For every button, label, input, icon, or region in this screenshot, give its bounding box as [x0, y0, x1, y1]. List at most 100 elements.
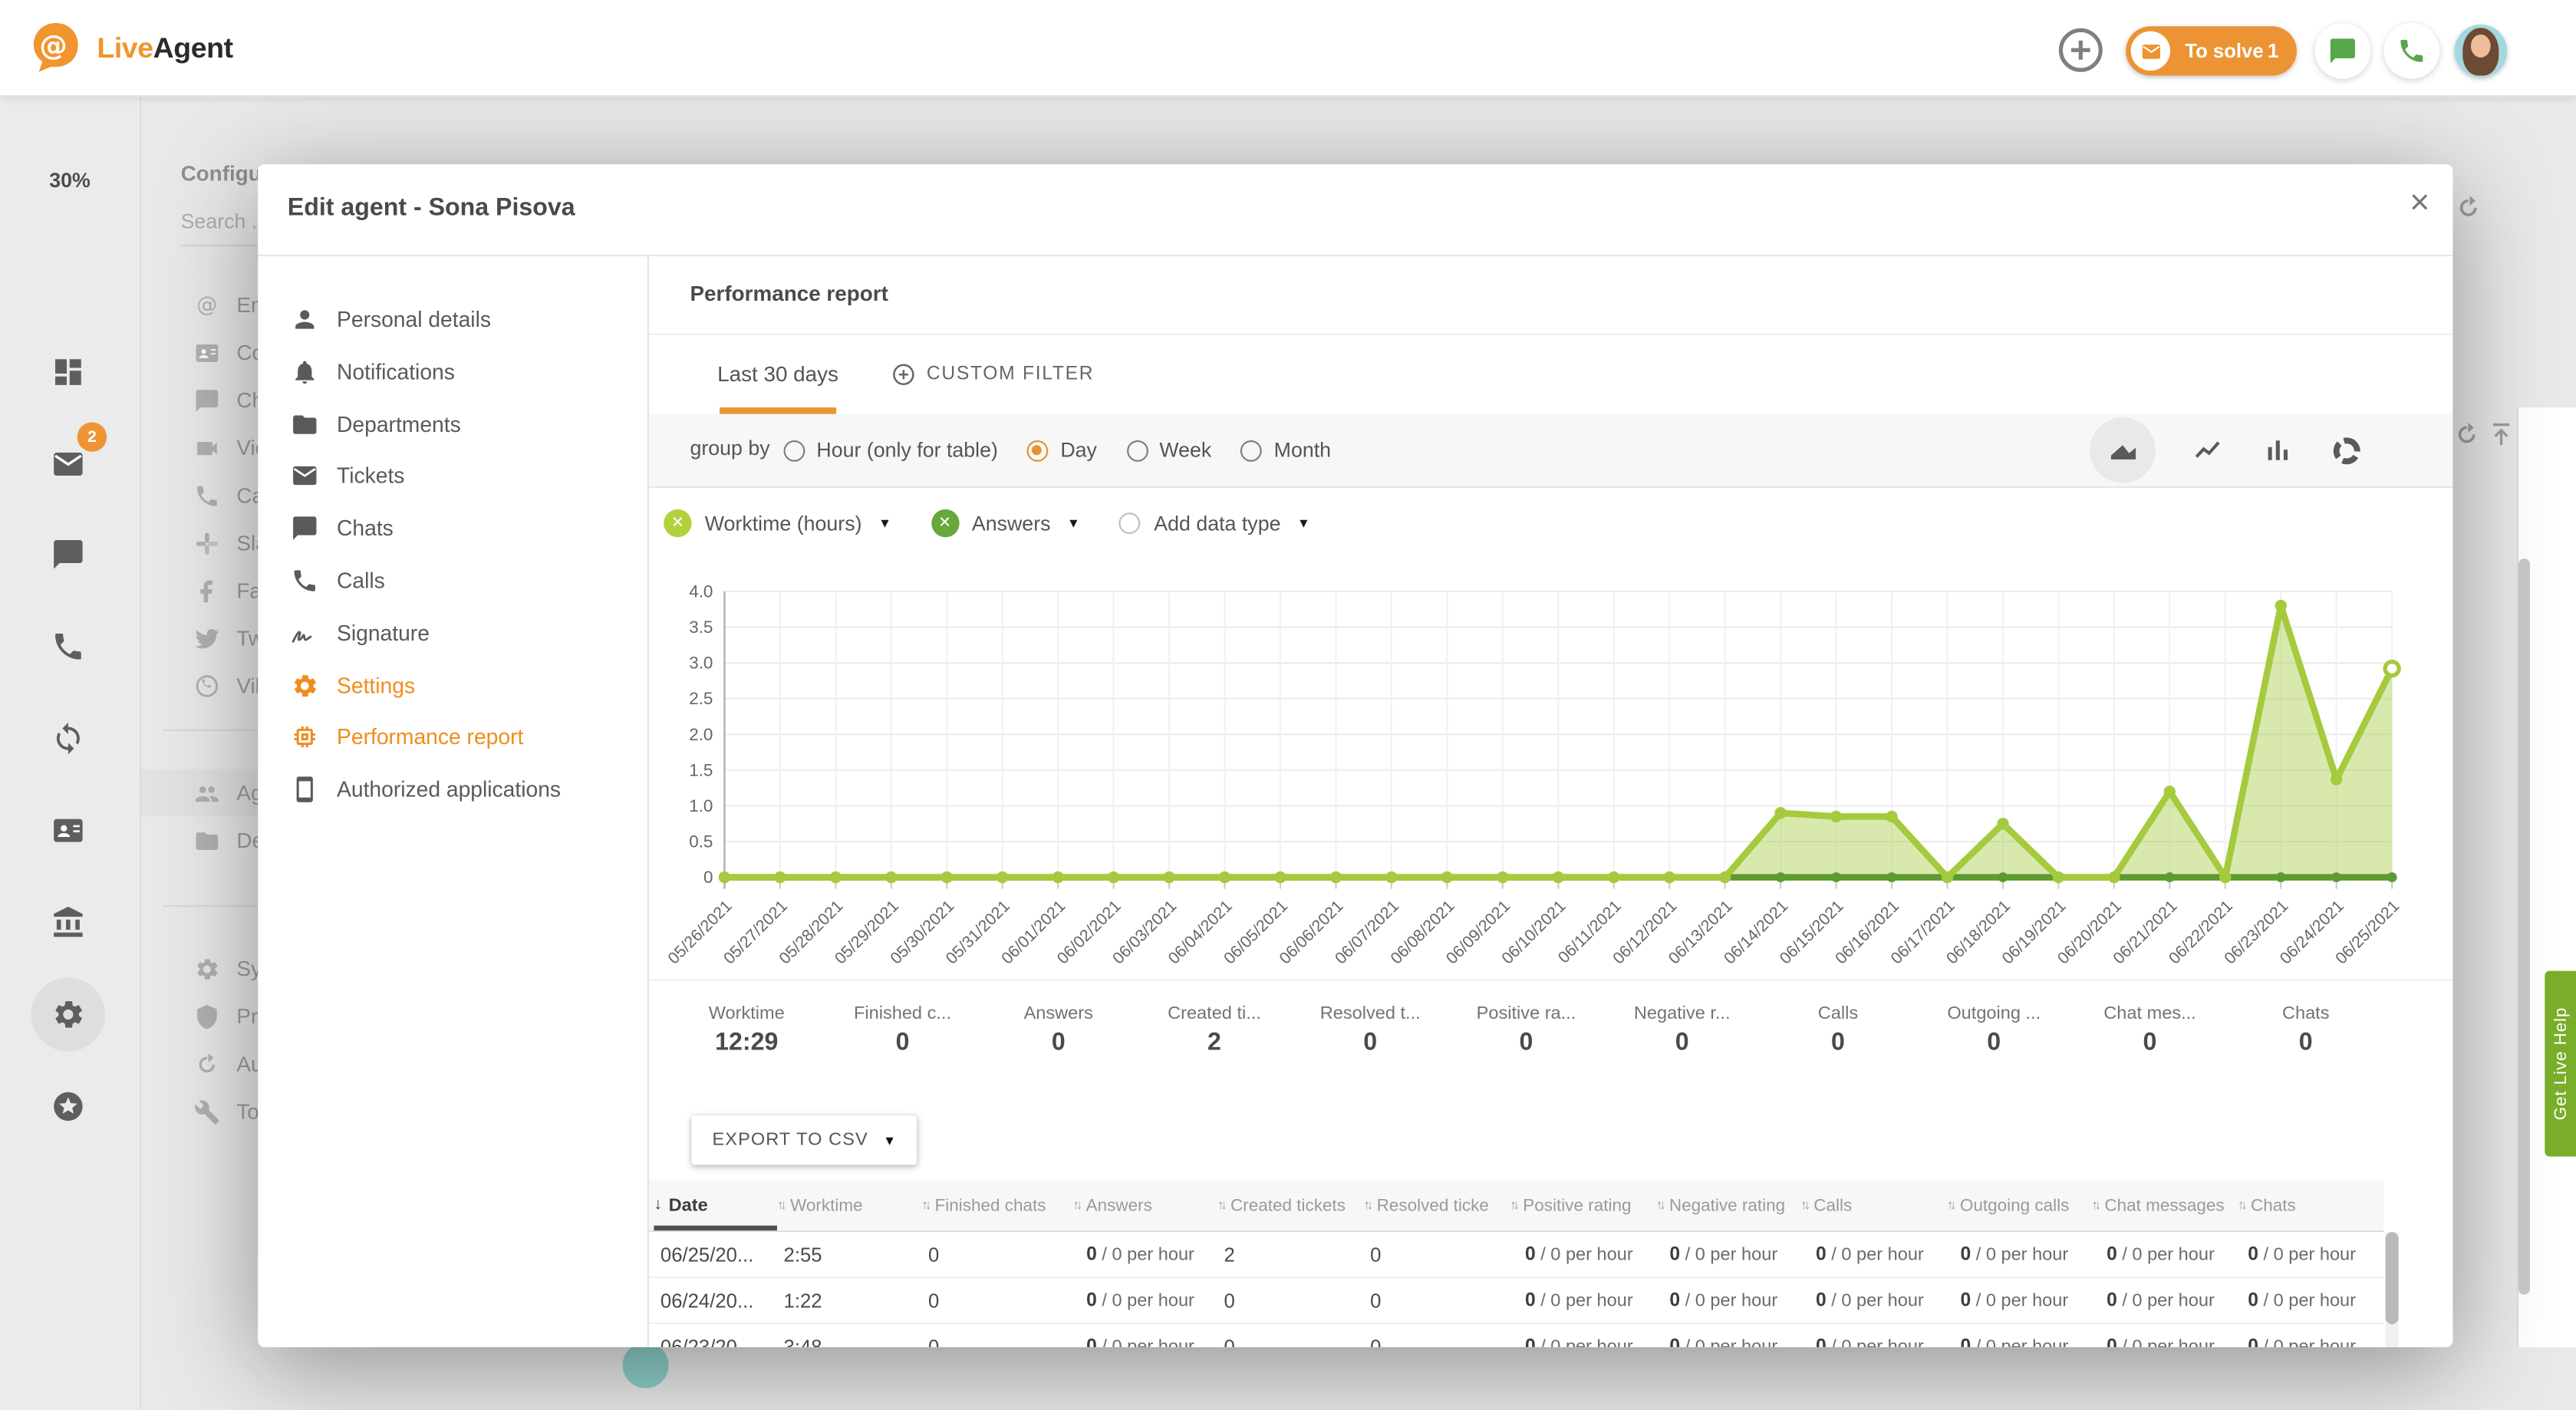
column-header-chat-messages[interactable]: ↑↓Chat messages	[2091, 1180, 2238, 1230]
svg-text:2.0: 2.0	[689, 725, 713, 744]
chat-icon	[2328, 36, 2358, 66]
wrench-icon	[194, 1099, 220, 1125]
envelope-icon	[291, 463, 318, 490]
chats-icon[interactable]	[51, 537, 85, 572]
portal-icon[interactable]	[51, 905, 85, 940]
reload-list-icon[interactable]	[2452, 420, 2480, 448]
group-by-label: group by	[690, 437, 769, 460]
user-avatar[interactable]	[2455, 25, 2508, 77]
calls-header-button[interactable]	[2383, 23, 2439, 79]
table-row[interactable]: 06/23/20...3:4800 / 0 per hour000 / 0 pe…	[649, 1324, 2384, 1347]
at-icon: @	[194, 292, 220, 318]
radio-icon[interactable]	[1027, 440, 1049, 461]
bar-chart-icon[interactable]	[2262, 434, 2294, 466]
page-scrollbar[interactable]	[2518, 558, 2530, 1294]
modal-header: Edit agent - Sona Pisova ×	[258, 164, 2452, 256]
group-by-option-hour-only-for-table[interactable]: Hour (only for table)	[784, 439, 998, 462]
envelope-badge-icon	[2131, 31, 2170, 71]
column-header-answers[interactable]: ↑↓Answers	[1072, 1180, 1217, 1230]
radio-icon[interactable]	[1241, 440, 1263, 461]
svg-text:0: 0	[703, 868, 713, 887]
table-scrollbar-thumb[interactable]	[2386, 1232, 2399, 1324]
column-header-date[interactable]: ↓Date	[654, 1180, 777, 1230]
chart-type-switcher	[2090, 417, 2363, 483]
mobile-icon	[291, 776, 318, 803]
modal-nav-item-tickets[interactable]: Tickets	[258, 451, 647, 502]
column-header-positive-rating[interactable]: ↑↓Positive rating	[1510, 1180, 1656, 1230]
get-live-help-tab[interactable]: Get Live Help	[2545, 971, 2576, 1157]
close-icon[interactable]: ×	[2410, 186, 2429, 220]
configuration-title: Configur	[181, 161, 270, 186]
card-icon	[194, 339, 220, 365]
modal-nav-item-personal-details[interactable]: Personal details	[258, 294, 647, 344]
column-header-chats[interactable]: ↑↓Chats	[2238, 1180, 2379, 1230]
stat-calls: Calls0	[1760, 981, 1916, 1096]
modal-nav-item-calls[interactable]: Calls	[258, 555, 647, 606]
modal-nav-item-signature[interactable]: Signature	[258, 608, 647, 658]
chevron-down-icon[interactable]: ▼	[1297, 516, 1310, 530]
stat-created-ti: Created ti...2	[1136, 981, 1292, 1096]
svg-text:2.5: 2.5	[689, 689, 713, 708]
scroll-top-icon[interactable]	[2487, 420, 2515, 448]
column-header-calls[interactable]: ↑↓Calls	[1800, 1180, 1947, 1230]
chip-answers[interactable]: ✕Answers▼	[931, 509, 1080, 537]
active-tab-underline	[720, 407, 836, 414]
settings-icon[interactable]	[51, 997, 85, 1032]
table-row[interactable]: 06/24/20...1:2200 / 0 per hour000 / 0 pe…	[649, 1278, 2384, 1324]
line-chart-icon[interactable]	[2193, 434, 2225, 466]
automation-icon[interactable]	[51, 721, 85, 756]
stat-finished-c: Finished c...0	[825, 981, 980, 1096]
radio-icon[interactable]	[784, 440, 805, 461]
logo-text[interactable]: LiveAgent	[97, 31, 232, 66]
column-header-outgoing-calls[interactable]: ↑↓Outgoing calls	[1947, 1180, 2091, 1230]
column-header-finished-chats[interactable]: ↑↓Finished chats	[921, 1180, 1072, 1230]
chevron-down-icon[interactable]: ▼	[878, 516, 891, 530]
group-by-option-month[interactable]: Month	[1241, 439, 1331, 462]
chart-type-area-selected[interactable]	[2090, 417, 2156, 483]
table-row[interactable]: 06/25/20...2:5500 / 0 per hour200 / 0 pe…	[649, 1232, 2384, 1278]
column-header-created-tickets[interactable]: ↑↓Created tickets	[1217, 1180, 1364, 1230]
radio-icon[interactable]	[1126, 440, 1148, 461]
tickets-badge: 2	[77, 422, 107, 452]
report-tabs: Last 30 days CUSTOM FILTER	[649, 334, 2452, 416]
edit-agent-modal: Edit agent - Sona Pisova × Personal deta…	[258, 164, 2452, 1347]
stat-answers: Answers0	[980, 981, 1136, 1096]
column-header-negative-rating[interactable]: ↑↓Negative rating	[1656, 1180, 1800, 1230]
customers-icon[interactable]	[51, 813, 85, 848]
refresh-icon[interactable]	[2455, 194, 2482, 222]
column-header-worktime[interactable]: ↑↓Worktime	[777, 1180, 921, 1230]
tab-last-30-days[interactable]: Last 30 days	[690, 334, 865, 414]
folder-icon	[291, 410, 318, 438]
donut-chart-icon[interactable]	[2331, 434, 2363, 466]
group-by-option-week[interactable]: Week	[1126, 439, 1211, 462]
group-by-option-day[interactable]: Day	[1027, 439, 1096, 462]
tickets-icon[interactable]	[51, 447, 85, 482]
chats-header-button[interactable]	[2314, 23, 2370, 79]
calls-icon[interactable]	[51, 629, 85, 664]
sort-icon: ↑↓	[1217, 1198, 1224, 1212]
remove-chip-icon[interactable]: ✕	[931, 509, 958, 537]
add-data-type[interactable]: Add data type▼	[1119, 512, 1310, 535]
upgrade-icon[interactable]	[51, 1089, 85, 1124]
viber-icon	[194, 673, 220, 699]
export-to-csv-button[interactable]: EXPORT TO CSV ▼	[692, 1115, 917, 1165]
stat-outgoing: Outgoing ...0	[1916, 981, 2072, 1096]
modal-nav-item-performance-report[interactable]: Performance report	[258, 712, 647, 763]
remove-chip-icon[interactable]: ✕	[664, 509, 691, 537]
chip-worktime-hours[interactable]: ✕Worktime (hours)▼	[664, 509, 891, 537]
modal-nav: Personal detailsNotificationsDepartments…	[258, 255, 647, 1347]
dropdown-arrow-icon: ▼	[883, 1133, 896, 1148]
add-new-button[interactable]	[2057, 26, 2104, 74]
modal-nav-item-authorized-applications[interactable]: Authorized applications	[258, 764, 647, 815]
modal-nav-item-chats[interactable]: Chats	[258, 503, 647, 554]
liveagent-logo-icon[interactable]: @	[28, 20, 84, 76]
column-header-resolved-ticke[interactable]: ↑↓Resolved ticke	[1364, 1180, 1510, 1230]
modal-nav-item-settings[interactable]: Settings	[258, 660, 647, 710]
modal-nav-item-departments[interactable]: Departments	[258, 399, 647, 450]
table-scrollbar-track[interactable]	[2386, 1232, 2399, 1347]
chevron-down-icon[interactable]: ▼	[1067, 516, 1080, 530]
tab-custom-filter[interactable]: CUSTOM FILTER	[892, 334, 1094, 414]
to-solve-button[interactable]: To solve 1	[2126, 26, 2297, 75]
dashboard-icon[interactable]	[51, 355, 85, 390]
modal-nav-item-notifications[interactable]: Notifications	[258, 346, 647, 397]
